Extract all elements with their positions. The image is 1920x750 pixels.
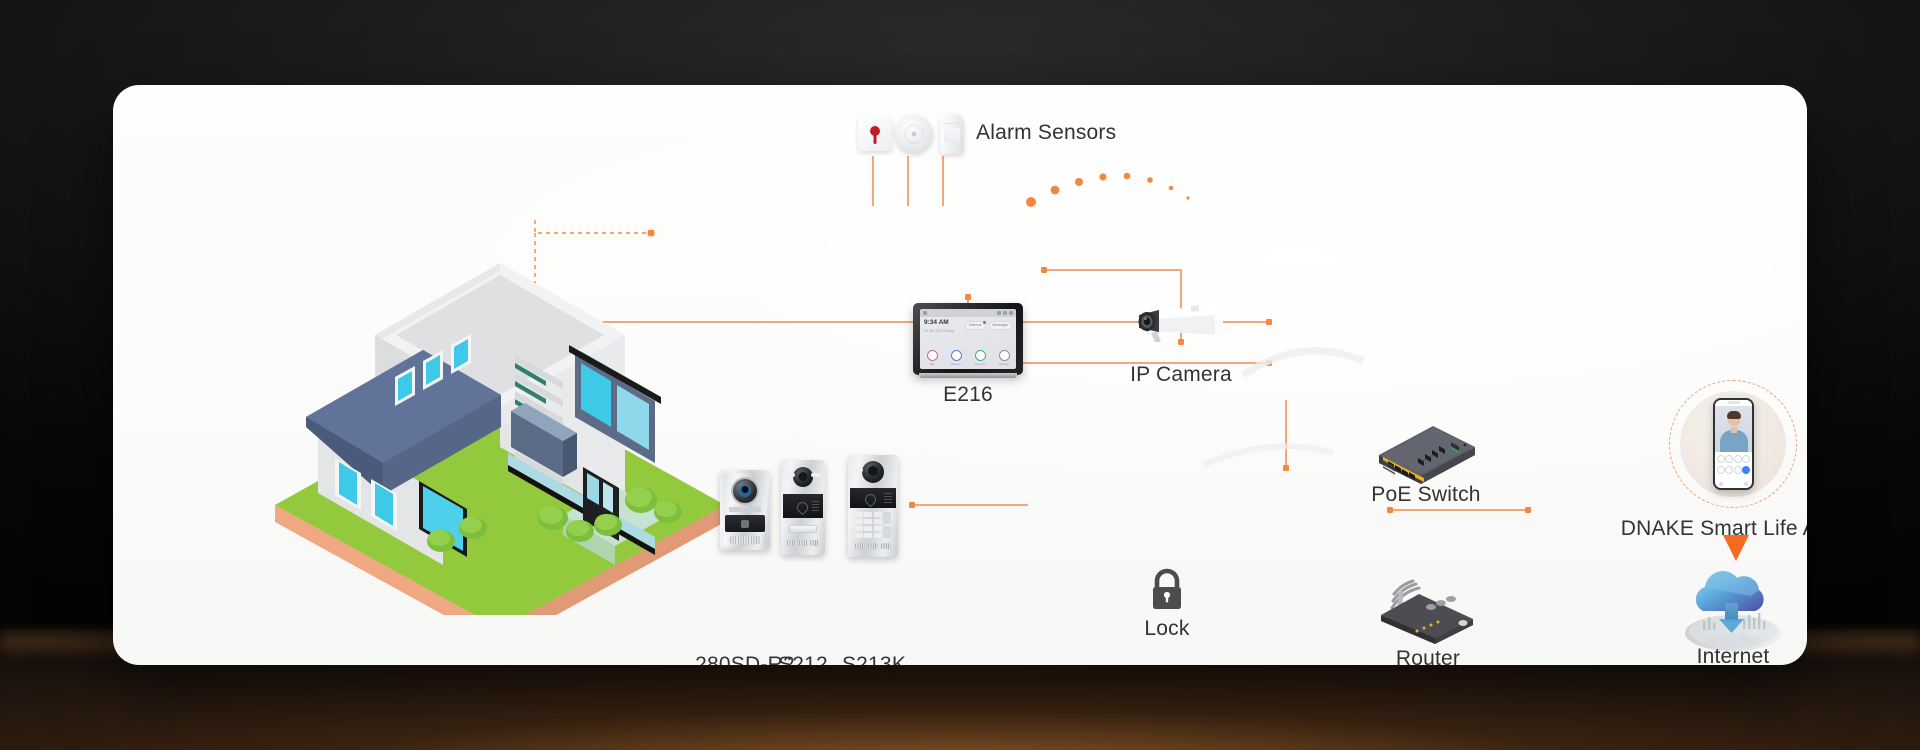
- speaker-grille: [787, 540, 820, 546]
- wire-endpoint: [909, 502, 915, 508]
- wire-endpoint: [965, 294, 971, 300]
- electric-lock-device: [1144, 567, 1190, 613]
- lock-caption: Lock: [1129, 617, 1205, 641]
- e216-shortcut-talk[interactable]: Talk: [926, 349, 938, 366]
- ip-camera-device: [1135, 301, 1227, 347]
- e216-status-bar: [920, 309, 1016, 317]
- door-station-s212-caption: S212: [768, 653, 838, 665]
- pir-motion-sensor: [940, 114, 964, 154]
- ip-camera-label: IP Camera: [1130, 363, 1232, 386]
- internet-caption: Internet: [1643, 645, 1807, 665]
- call-button[interactable]: [789, 525, 817, 533]
- door-station-s212[interactable]: [781, 460, 825, 555]
- caller-neck: [1730, 427, 1737, 434]
- internet-cloud-device: [1675, 567, 1791, 657]
- phone-action-volume[interactable]: [1717, 466, 1726, 475]
- wire-endpoint: [1387, 507, 1393, 513]
- e216-stand: [919, 373, 1017, 378]
- router-caption: Router: [1343, 647, 1513, 665]
- wire-endpoint: [1266, 319, 1272, 325]
- e216-messages-pill[interactable]: Messages: [988, 321, 1012, 330]
- poe-switch-label: PoE Switch: [1371, 483, 1481, 506]
- phone-action-row-1: [1715, 452, 1751, 464]
- internet-label: Internet: [1696, 645, 1770, 665]
- caller-hair: [1726, 411, 1741, 420]
- phone-action-row-2: [1715, 463, 1751, 475]
- alarm-sensors-label: Alarm Sensors: [976, 121, 1117, 144]
- door-station-s212-label: S212: [778, 653, 828, 665]
- caller-body: [1719, 430, 1748, 453]
- router-device: [1375, 573, 1479, 645]
- phone-bottom-bar: [1715, 481, 1751, 486]
- e216-caption: E216: [913, 383, 1023, 407]
- phone-decline-button[interactable]: [1719, 481, 1724, 486]
- panic-button-sensor: [858, 117, 892, 151]
- e216-shortcut-settings[interactable]: Settings: [998, 349, 1010, 366]
- e216-indoor-monitor[interactable]: 9:34 AM Fri 28, 2023 Friday Defence Mess…: [913, 303, 1023, 375]
- wire-endpoint: [1041, 267, 1047, 273]
- wire-e216-to-ip-camera-arc: [1026, 172, 1190, 207]
- e216-label: E216: [943, 383, 993, 406]
- door-station-s213k-label: S213K: [841, 653, 907, 665]
- e216-status-left-icon: [923, 311, 927, 315]
- smoke-detector-sensor: [895, 115, 933, 153]
- down-arrow-icon: [1723, 535, 1749, 561]
- poe-switch-device: [1371, 425, 1481, 485]
- video-call-preview: [1715, 406, 1752, 453]
- lock-label: Lock: [1144, 617, 1190, 640]
- e216-defence-pill[interactable]: Defence: [964, 321, 986, 330]
- phone-screen: [1715, 400, 1752, 488]
- poe-switch-caption: PoE Switch: [1335, 483, 1517, 507]
- e216-wifi-icon: [997, 311, 1001, 315]
- e216-shortcut-monitor[interactable]: Monitor: [950, 349, 962, 366]
- phone-action-speaker[interactable]: [1725, 466, 1734, 475]
- e216-shortcut-security[interactable]: Security: [974, 349, 986, 366]
- isometric-house-illustration: [263, 205, 733, 615]
- smart-life-app-caption: DNAKE Smart Life APP: [1593, 517, 1807, 541]
- door-station-s213k-caption: S213K: [835, 653, 913, 665]
- e216-settings-icon: [1009, 311, 1013, 315]
- e216-signal-icon: [1003, 311, 1007, 315]
- phone-action-mute[interactable]: [1717, 455, 1726, 464]
- e216-screen: 9:34 AM Fri 28, 2023 Friday Defence Mess…: [920, 309, 1016, 369]
- smartphone-device: [1713, 398, 1754, 490]
- smart-life-app-label: DNAKE Smart Life APP: [1620, 517, 1807, 540]
- ip-camera-caption: IP Camera: [1113, 363, 1249, 387]
- phone-action-more[interactable]: [1733, 466, 1742, 475]
- keypad[interactable]: [855, 512, 891, 538]
- lock-icon: [1153, 568, 1181, 609]
- e216-pills: Defence Messages: [964, 321, 1012, 330]
- speaker-grille: [730, 536, 760, 544]
- phone-action-unlock[interactable]: [1741, 455, 1750, 464]
- door-station-280sd-r2[interactable]: [720, 470, 770, 550]
- phone-action-record[interactable]: [1733, 455, 1742, 464]
- wire-endpoint: [1283, 465, 1289, 471]
- phone-action-snapshot[interactable]: [1725, 455, 1734, 464]
- wire-endpoint: [1525, 507, 1531, 513]
- router-label: Router: [1395, 647, 1461, 665]
- e216-shortcut-row: Talk Monitor Security Settings: [920, 349, 1016, 366]
- phone-action-answer[interactable]: [1741, 466, 1750, 475]
- diagram-card: .ln { stroke:#f08b4e; stroke-width:1.5; …: [113, 85, 1807, 665]
- speaker-grille: [855, 543, 891, 549]
- door-station-s213k[interactable]: [848, 455, 898, 557]
- phone-accept-button[interactable]: [1743, 481, 1748, 486]
- smart-life-app-node: [1669, 380, 1797, 508]
